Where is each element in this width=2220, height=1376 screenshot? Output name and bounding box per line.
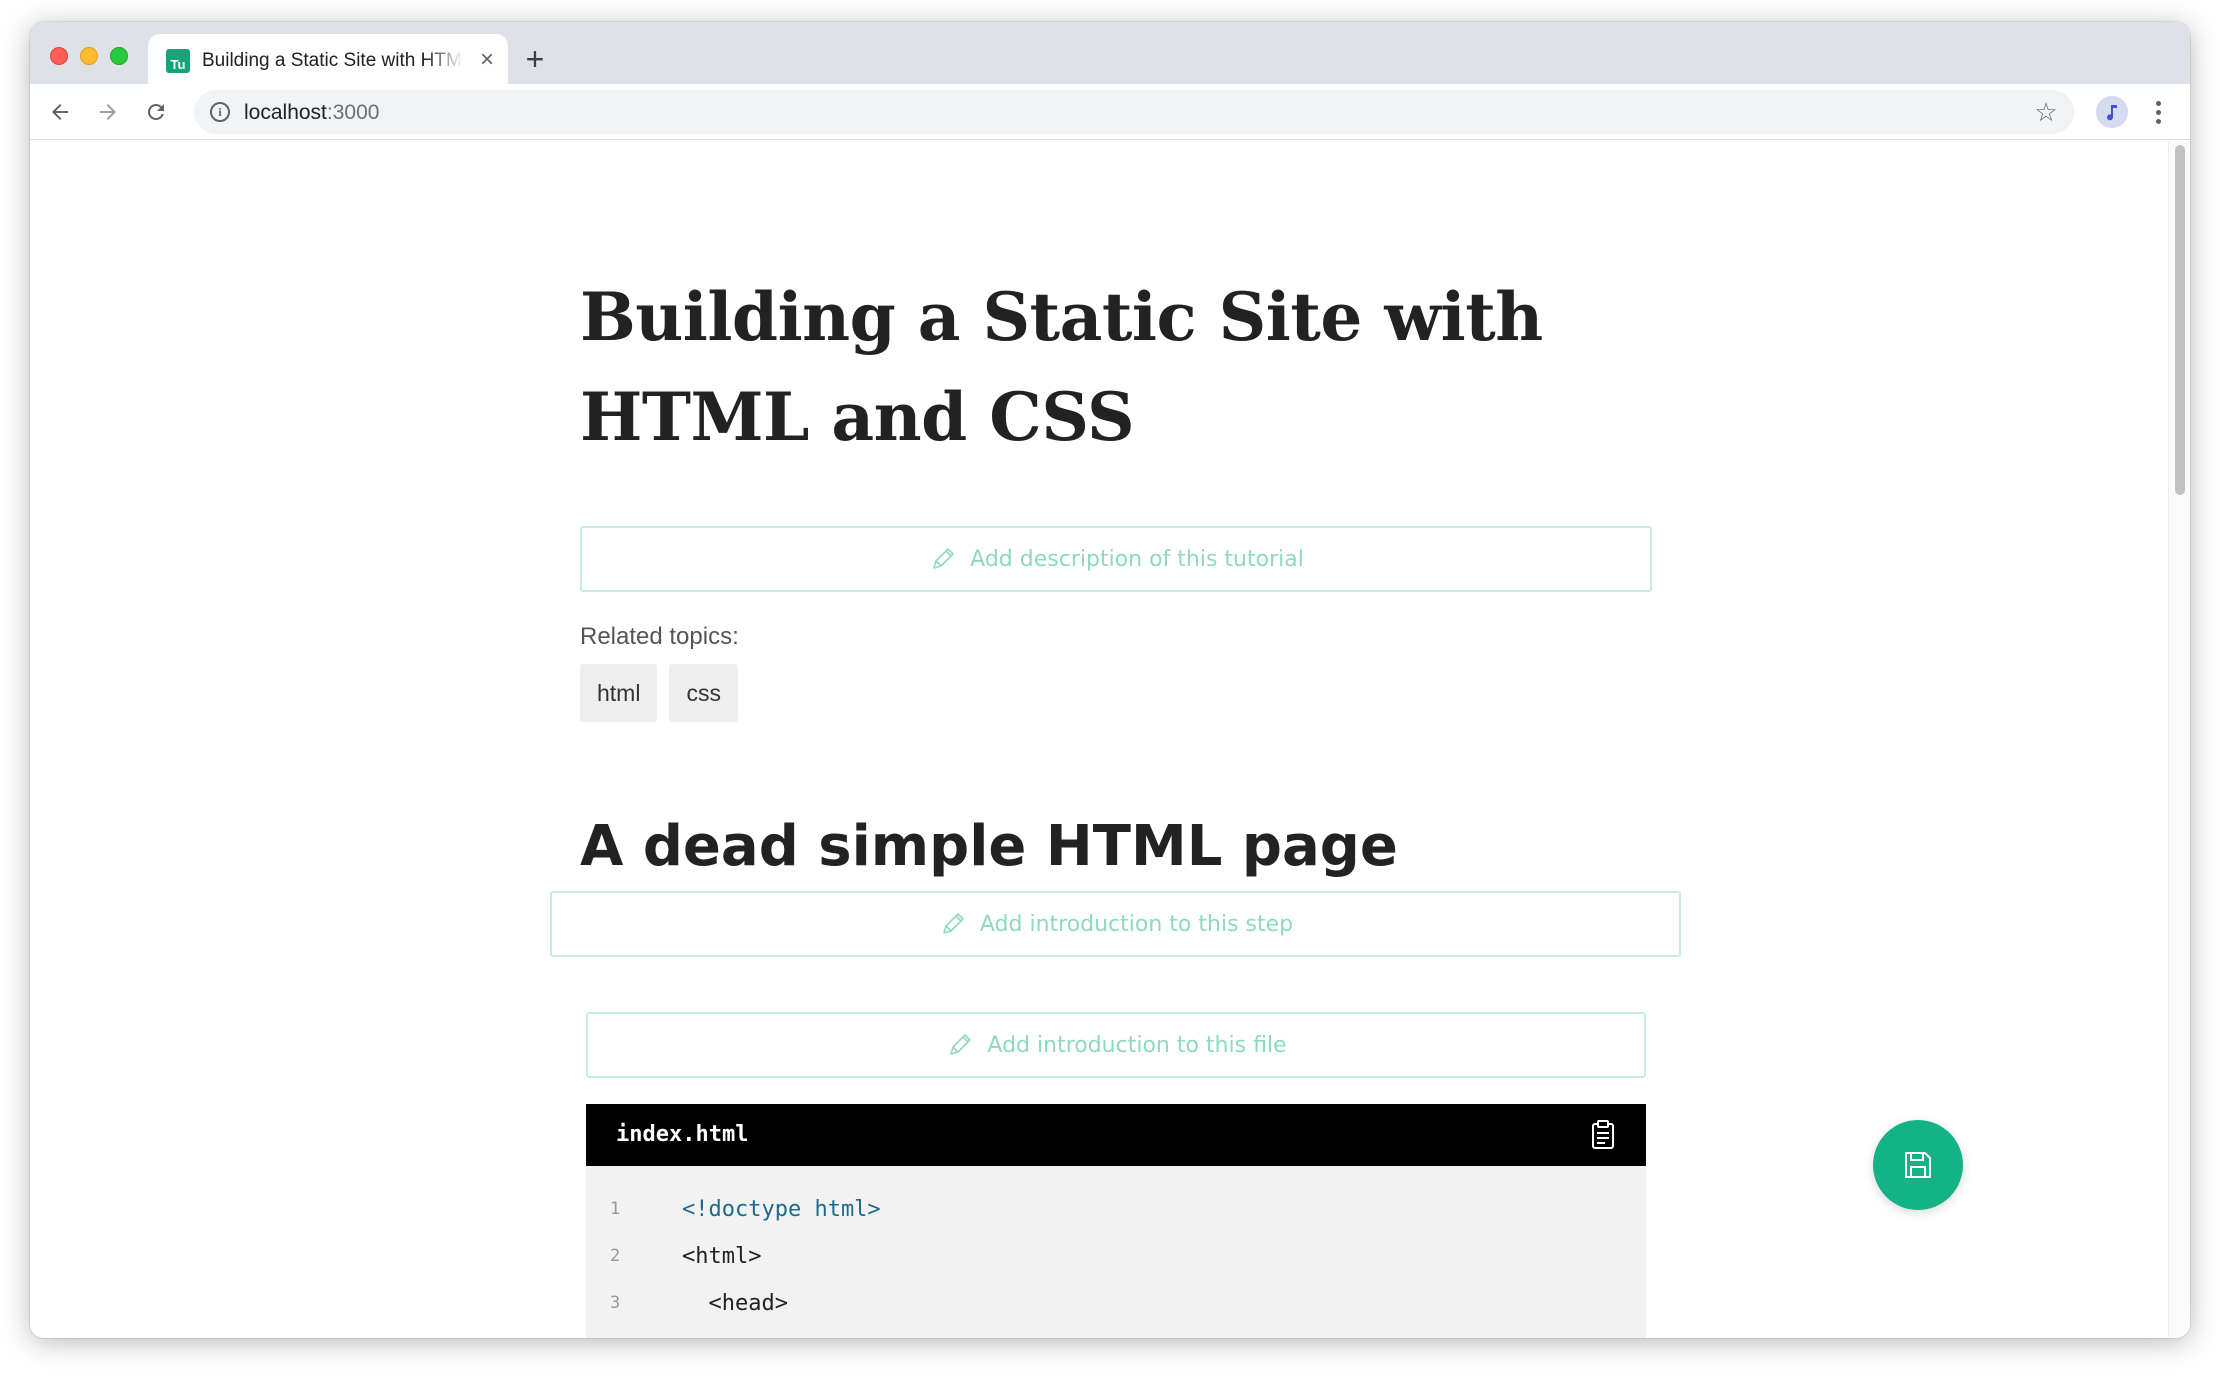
add-description-label: Add description of this tutorial [970, 546, 1304, 572]
code-text: <html> [682, 1244, 762, 1269]
code-body: 1 <!doctype html> 2 <html> 3 <head> [586, 1166, 1646, 1338]
reload-button[interactable] [140, 96, 172, 128]
topics-list: html css [580, 664, 738, 722]
favicon-icon: Tu [166, 49, 190, 73]
add-step-intro-button[interactable]: Add introduction to this step [550, 891, 1681, 957]
step-heading: A dead simple HTML page [580, 814, 1398, 879]
add-step-intro-label: Add introduction to this step [979, 911, 1294, 937]
page-title: Building a Static Site with HTML and CSS [580, 278, 1543, 456]
code-line: 1 <!doctype html> [586, 1186, 1646, 1233]
minimize-window-button[interactable] [80, 47, 98, 65]
music-extension-icon[interactable] [2096, 96, 2128, 128]
line-number: 3 [610, 1293, 621, 1313]
pencil-icon [950, 1034, 972, 1055]
pencil-icon [943, 913, 964, 934]
site-info-icon[interactable]: i [210, 102, 230, 122]
topic-tag-html[interactable]: html [580, 664, 658, 722]
code-file-card: index.html 1 <!doctype html> 2 <html> 3 [586, 1104, 1646, 1338]
new-tab-button[interactable]: + [520, 43, 550, 75]
related-topics-label: Related topics: [580, 623, 739, 650]
url-text[interactable]: localhost:3000 [244, 101, 379, 125]
scrollbar-thumb[interactable] [2175, 145, 2185, 495]
add-file-intro-label: Add introduction to this file [987, 1032, 1287, 1058]
url-port: :3000 [326, 101, 380, 124]
browser-menu-icon[interactable] [2146, 96, 2170, 128]
browser-window: Tu Building a Static Site with HTML and … [30, 22, 2190, 1338]
code-text: <!doctype html> [682, 1197, 881, 1222]
close-tab-icon[interactable]: × [474, 47, 500, 73]
reload-icon [147, 104, 164, 120]
bookmark-star-icon[interactable]: ☆ [2032, 98, 2060, 126]
tab-title: Building a Static Site with HTML and CSS [202, 50, 464, 71]
address-bar[interactable]: i localhost:3000 ☆ [194, 90, 2074, 134]
topic-tag-css[interactable]: css [669, 664, 738, 722]
save-button[interactable] [1873, 1120, 1963, 1210]
code-line: 2 <html> [586, 1233, 1646, 1280]
line-number: 2 [610, 1246, 621, 1266]
back-button[interactable] [44, 96, 76, 128]
forward-button[interactable] [92, 96, 124, 128]
code-file-header: index.html [586, 1104, 1646, 1166]
pencil-icon [933, 548, 954, 569]
page-viewport: Building a Static Site with HTML and CSS… [30, 141, 2190, 1338]
browser-tab-active[interactable]: Tu Building a Static Site with HTML and … [148, 34, 508, 84]
code-filename: index.html [616, 1122, 749, 1147]
code-text: <head> [682, 1291, 788, 1316]
add-description-button[interactable]: Add description of this tutorial [580, 526, 1652, 592]
arrow-left-icon [52, 104, 68, 120]
add-file-intro-button[interactable]: Add introduction to this file [586, 1012, 1646, 1078]
close-window-button[interactable] [50, 47, 68, 65]
vertical-scrollbar[interactable] [2168, 141, 2190, 1338]
tab-strip: Tu Building a Static Site with HTML and … [30, 22, 2190, 84]
code-line: 3 <head> [586, 1280, 1646, 1327]
url-host: localhost [244, 101, 327, 124]
clipboard-icon[interactable] [1590, 1120, 1616, 1150]
browser-toolbar: i localhost:3000 ☆ [30, 84, 2190, 140]
line-number: 1 [610, 1199, 621, 1219]
maximize-window-button[interactable] [110, 47, 128, 65]
arrow-right-icon [100, 104, 116, 120]
floppy-disk-icon [1905, 1152, 1931, 1178]
